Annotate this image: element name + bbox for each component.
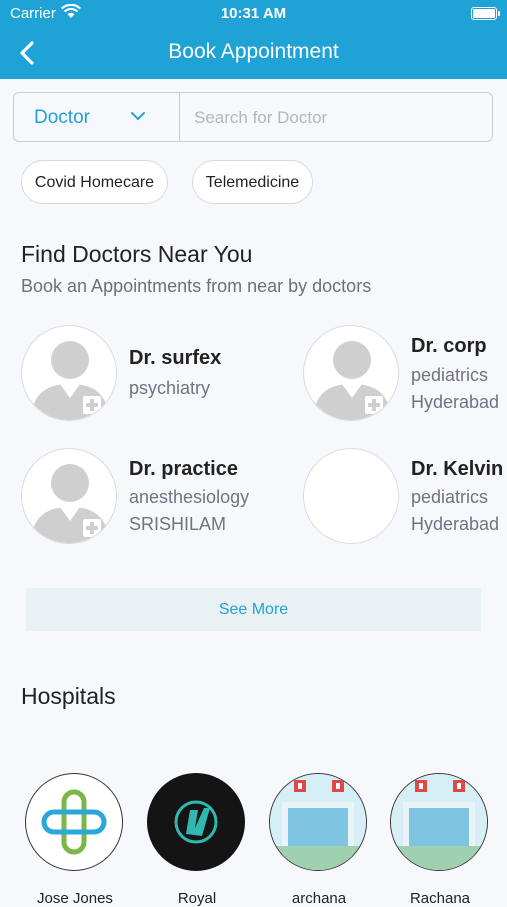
status-bar: Carrier 10:31 AM [0,0,507,28]
hospital-building-icon [270,774,366,870]
category-dropdown[interactable]: Doctor [14,93,180,141]
battery-icon [471,7,500,20]
hospital-name: Royal [177,890,217,907]
doctor-name: Dr. Kelvin [411,458,504,480]
emblem-logo-icon [174,800,218,844]
medical-cross-logo-icon [41,789,107,855]
doctor-specialty: anesthesiology [129,487,250,507]
doctor-specialty: pediatrics [411,365,489,385]
hospital-name: archana [291,890,347,907]
category-value: Doctor [34,107,90,128]
chip-covid-homecare[interactable]: Covid Homecare [21,160,168,204]
doctor-avatar [303,448,399,544]
hospital-name: Jose Jones [37,890,113,907]
chevron-down-icon [131,112,145,121]
doctor-location: Hyderabad [411,392,500,412]
chip-telemedicine[interactable]: Telemedicine [192,160,313,204]
search-input[interactable] [181,93,496,143]
doctor-avatar [21,325,117,421]
doctor-specialty: psychiatry [129,378,211,398]
doctor-avatar [303,325,399,421]
app-header: Carrier 10:31 AM Book Appointment [0,0,507,79]
doctor-location: Hyderabad [411,514,500,534]
section-title-hospitals: Hospitals [21,683,116,709]
hospital-logo [25,773,123,871]
doctor-name: Dr. corp [411,335,487,357]
doctor-avatar-icon [30,341,110,420]
doctor-location: SRISHILAM [129,514,227,534]
hospital-card[interactable]: Jose Jones [25,773,125,907]
section-subtitle-doctors: Book an Appointments from near by doctor… [21,276,372,296]
doctor-name: Dr. practice [129,458,238,480]
doctor-avatar [21,448,117,544]
hospital-card[interactable]: Rachana [390,773,490,907]
hospital-card[interactable]: Royal [147,773,247,907]
hospital-card[interactable]: archana [269,773,369,907]
hospital-logo [147,773,245,871]
hospital-logo [269,773,367,871]
doctor-avatar-icon [312,341,392,420]
search-bar: Doctor [13,92,496,143]
doctor-name: Dr. surfex [129,347,222,369]
hospital-name: Rachana [409,890,471,907]
hospital-building-icon [391,774,487,870]
page-title: Book Appointment [168,40,339,63]
clock-label: 10:31 AM [220,5,287,22]
see-more-button[interactable]: See More [26,588,481,631]
doctor-avatar-icon [30,464,110,543]
hospital-logo [390,773,488,871]
doctor-specialty: pediatrics [411,487,489,507]
section-title-doctors: Find Doctors Near You [21,241,253,267]
